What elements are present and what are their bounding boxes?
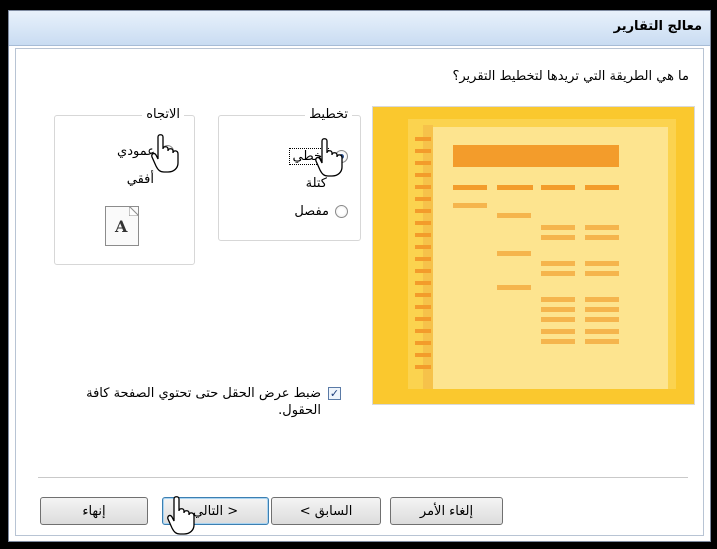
hand-cursor-icon (167, 496, 195, 535)
cancel-button[interactable]: إلغاء الأمر (390, 497, 503, 525)
layout-group-title: تخطيط (305, 107, 352, 122)
dialog-title: معالج التقارير (613, 19, 702, 34)
report-wizard-dialog: معالج التقارير ما هي الطريقة التي تريدها… (8, 10, 711, 542)
orientation-option-landscape-label: أفقي (126, 172, 154, 187)
page-fold-icon (129, 206, 139, 216)
portrait-page-icon: A (105, 206, 139, 246)
radio-outline[interactable] (335, 205, 348, 218)
layout-option-outline[interactable]: مفصل (294, 204, 348, 219)
back-button[interactable]: < السابق (271, 497, 381, 525)
page-icon-letter: A (115, 217, 128, 236)
layout-groupbox: تخطيط تخطي كتلة مفصل (218, 107, 361, 241)
orientation-group-title: الاتجاه (142, 107, 184, 122)
hand-cursor-icon (151, 134, 179, 173)
orientation-option-landscape[interactable]: أفقي (127, 172, 154, 187)
dialog-body: ما هي الطريقة التي تريدها لتخطيط التقرير… (15, 48, 704, 536)
layout-question: ما هي الطريقة التي تريدها لتخطيط التقرير… (452, 69, 689, 84)
separator (38, 477, 688, 478)
hand-cursor-icon (315, 138, 343, 177)
report-preview-illustration (373, 107, 694, 404)
layout-option-block[interactable]: كتلة (306, 176, 327, 191)
layout-option-outline-label: مفصل (294, 204, 329, 219)
layout-option-block-label: كتلة (305, 176, 327, 191)
fit-fields-checkbox[interactable]: ✓ (328, 387, 341, 400)
title-bar: معالج التقارير (9, 11, 710, 46)
finish-button[interactable]: إنهاء (40, 497, 148, 525)
fit-fields-label: ضبط عرض الحقل حتى تحتوي الصفحة كافة الحق… (86, 386, 321, 418)
layout-preview-image (372, 106, 695, 405)
